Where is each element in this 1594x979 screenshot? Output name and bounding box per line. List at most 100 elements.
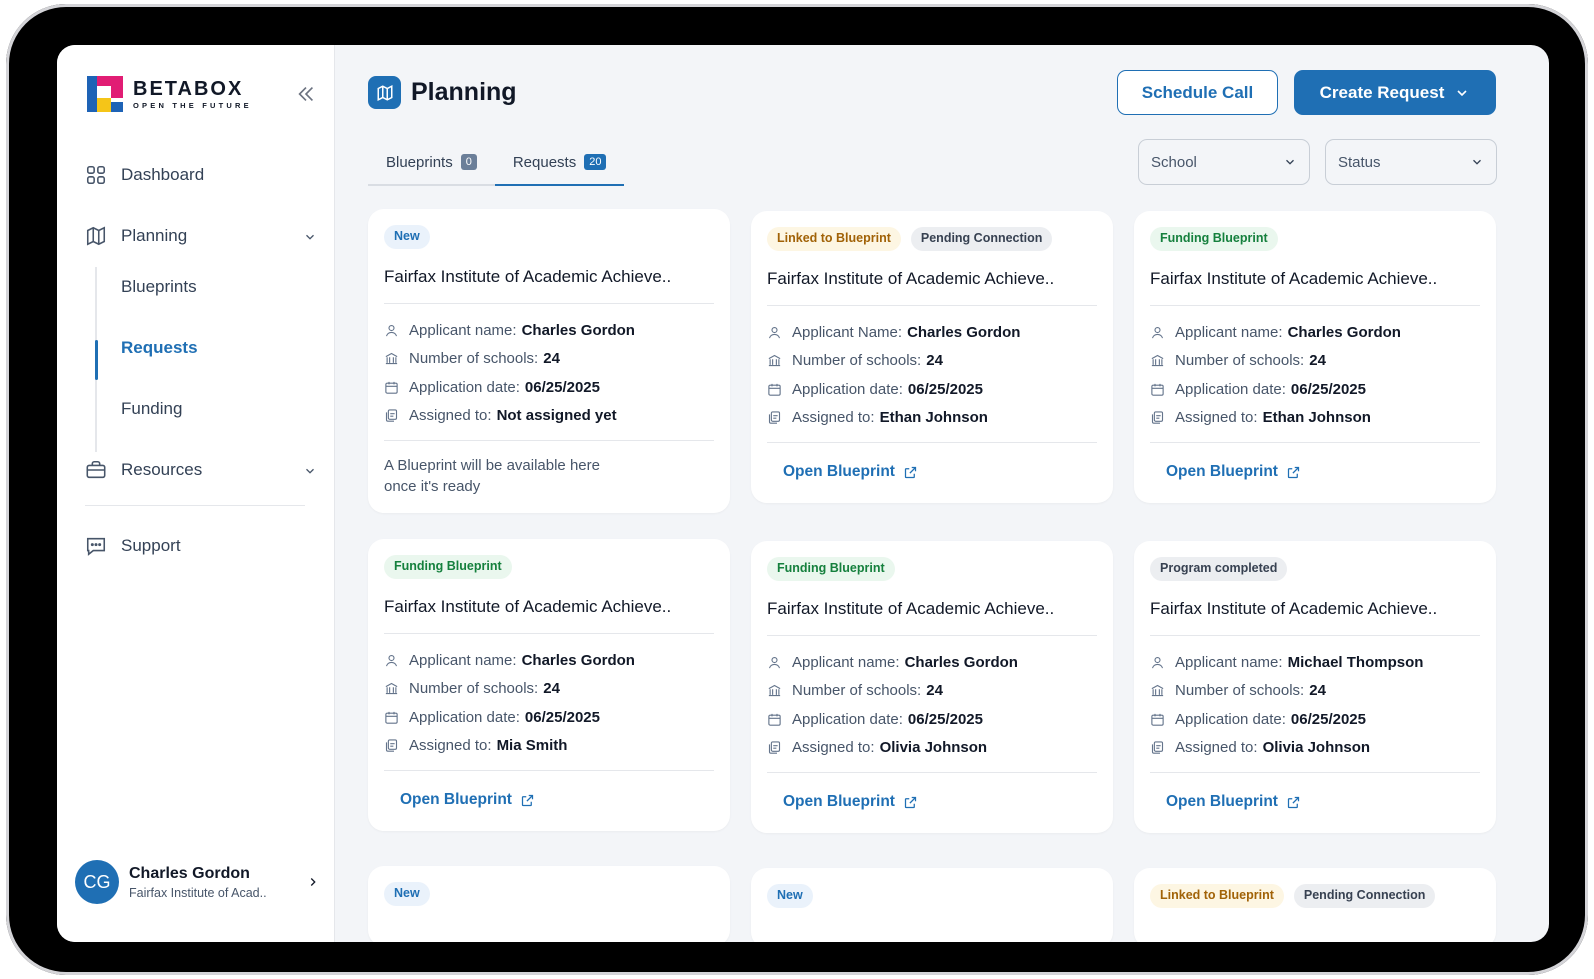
schools-value: 24: [926, 682, 943, 700]
user-icon: [1150, 655, 1165, 670]
avatar: CG: [75, 860, 119, 904]
date-value: 06/25/2025: [907, 710, 983, 728]
sidebar-item-funding[interactable]: Funding: [95, 389, 317, 429]
schedule-call-button[interactable]: Schedule Call: [1117, 70, 1278, 115]
date-row: Application date: 06/25/2025: [1150, 705, 1480, 734]
request-card[interactable]: Funding Blueprint Fairfax Institute of Ac…: [368, 539, 730, 831]
row-label: Assigned to:: [792, 739, 875, 757]
brand-logo[interactable]: BETABOX OPEN THE FUTURE: [87, 76, 252, 112]
request-card[interactable]: Linked to Blueprint Pending Connection: [1134, 868, 1496, 942]
clipboard-icon: [767, 740, 782, 755]
grid-icon: [85, 164, 107, 186]
create-request-button[interactable]: Create Request: [1294, 70, 1496, 115]
assigned-row: Assigned to: Ethan Johnson: [1150, 404, 1480, 433]
status-badge: Funding Blueprint: [1150, 227, 1278, 251]
request-card[interactable]: Funding Blueprint Fairfax Institute of Ac…: [1134, 211, 1496, 503]
request-card[interactable]: Program completed Fairfax Institute of Ac…: [1134, 541, 1496, 833]
link-label: Open Blueprint: [783, 463, 895, 480]
main-content: Planning Schedule Call Create Request Bl…: [335, 45, 1549, 942]
open-blueprint-link[interactable]: Open Blueprint: [1150, 773, 1480, 833]
open-blueprint-link[interactable]: Open Blueprint: [767, 773, 1097, 833]
schools-value: 24: [1309, 352, 1326, 370]
schools-value: 24: [1309, 682, 1326, 700]
row-label: Number of schools:: [1175, 682, 1305, 700]
sidebar-item-blueprints[interactable]: Blueprints: [95, 267, 317, 307]
status-badge: New: [384, 882, 430, 906]
date-row: Application date: 06/25/2025: [384, 373, 714, 402]
status-badge: Pending Connection: [910, 227, 1053, 251]
applicant-row: Applicant name: Charles Gordon: [767, 648, 1097, 677]
schools-value: 24: [543, 350, 560, 368]
user-name: Charles Gordon: [129, 864, 250, 882]
applicant-row: Applicant name: Charles Gordon: [384, 316, 714, 345]
sidebar-item-planning[interactable]: Planning: [85, 216, 317, 256]
link-label: Open Blueprint: [783, 793, 895, 810]
status-badge: Program completed: [1150, 557, 1288, 581]
clipboard-icon: [384, 738, 399, 753]
row-label: Application date:: [792, 380, 903, 398]
date-value: 06/25/2025: [907, 380, 983, 398]
page-header: Planning: [368, 76, 517, 109]
card-title: Fairfax Institute of Academic Achieve..: [384, 597, 714, 634]
request-card[interactable]: Funding Blueprint Fairfax Institute of Ac…: [751, 541, 1113, 833]
request-card[interactable]: New Fairfax Institute of Academic Achieve…: [368, 209, 730, 513]
status-badge: Funding Blueprint: [767, 557, 895, 581]
card-details: Applicant Name: Charles Gordon Number of …: [767, 306, 1097, 443]
open-blueprint-link[interactable]: Open Blueprint: [767, 443, 1097, 503]
chat-icon: [85, 535, 107, 557]
row-label: Applicant name:: [792, 653, 900, 671]
calendar-icon: [384, 380, 399, 395]
schools-row: Number of schools: 24: [767, 677, 1097, 706]
card-details: Applicant name: Charles Gordon Number of …: [767, 636, 1097, 773]
schools-row: Number of schools: 24: [384, 345, 714, 374]
row-label: Applicant name:: [409, 651, 517, 669]
request-card[interactable]: Linked to Blueprint Pending Connection Fai…: [751, 211, 1113, 503]
external-link-icon: [903, 465, 918, 480]
assigned-row: Assigned to: Olivia Johnson: [767, 734, 1097, 763]
sidebar-item-requests[interactable]: Requests: [95, 328, 317, 368]
user-icon: [767, 325, 782, 340]
applicant-row: Applicant name: Charles Gordon: [384, 646, 714, 675]
row-label: Assigned to:: [409, 407, 492, 425]
row-label: Assigned to:: [1175, 739, 1258, 757]
tab-bar: Blueprints 0 Requests 20: [368, 140, 625, 186]
request-card[interactable]: New: [368, 866, 730, 942]
user-icon: [1150, 325, 1165, 340]
card-title: Fairfax Institute of Academic Achieve..: [767, 599, 1097, 636]
open-blueprint-link[interactable]: Open Blueprint: [384, 771, 714, 831]
card-title: Fairfax Institute of Academic Achieve..: [767, 269, 1097, 306]
row-label: Number of schools:: [792, 682, 922, 700]
sidebar-item-dashboard[interactable]: Dashboard: [85, 155, 317, 195]
user-icon: [384, 323, 399, 338]
pending-blueprint-note: A Blueprint will be available here once …: [384, 457, 600, 495]
tab-blueprints[interactable]: Blueprints 0: [368, 140, 495, 184]
row-label: Number of schools:: [409, 680, 539, 698]
clipboard-icon: [384, 408, 399, 423]
collapse-sidebar-icon[interactable]: [295, 83, 317, 105]
request-card[interactable]: New: [751, 868, 1113, 942]
row-label: Applicant name:: [409, 321, 517, 339]
schools-row: Number of schools: 24: [767, 347, 1097, 376]
status-filter-select[interactable]: Status: [1325, 139, 1497, 185]
sidebar-item-support[interactable]: Support: [85, 526, 317, 566]
schools-row: Number of schools: 24: [384, 675, 714, 704]
app-screen: BETABOX OPEN THE FUTURE Dashboard Planni…: [57, 45, 1549, 942]
sidebar-item-label: Support: [121, 536, 181, 555]
user-profile[interactable]: CG Charles Gordon Fairfax Institute of A…: [75, 860, 320, 904]
sidebar-item-resources[interactable]: Resources: [85, 450, 317, 490]
badge-group: Linked to Blueprint Pending Connection: [1150, 884, 1480, 908]
date-value: 06/25/2025: [1290, 710, 1366, 728]
status-badge: Linked to Blueprint: [1150, 884, 1284, 908]
link-label: Open Blueprint: [1166, 463, 1278, 480]
sidebar-item-label: Resources: [121, 460, 203, 479]
calendar-icon: [1150, 382, 1165, 397]
badge-group: Funding Blueprint: [384, 555, 714, 579]
assigned-row: Assigned to: Olivia Johnson: [1150, 734, 1480, 763]
tab-requests[interactable]: Requests 20: [494, 140, 625, 186]
row-label: Application date:: [792, 710, 903, 728]
badge-group: Funding Blueprint: [767, 557, 1097, 581]
external-link-icon: [1286, 465, 1301, 480]
school-filter-select[interactable]: School: [1138, 139, 1310, 185]
calendar-icon: [767, 382, 782, 397]
open-blueprint-link[interactable]: Open Blueprint: [1150, 443, 1480, 503]
